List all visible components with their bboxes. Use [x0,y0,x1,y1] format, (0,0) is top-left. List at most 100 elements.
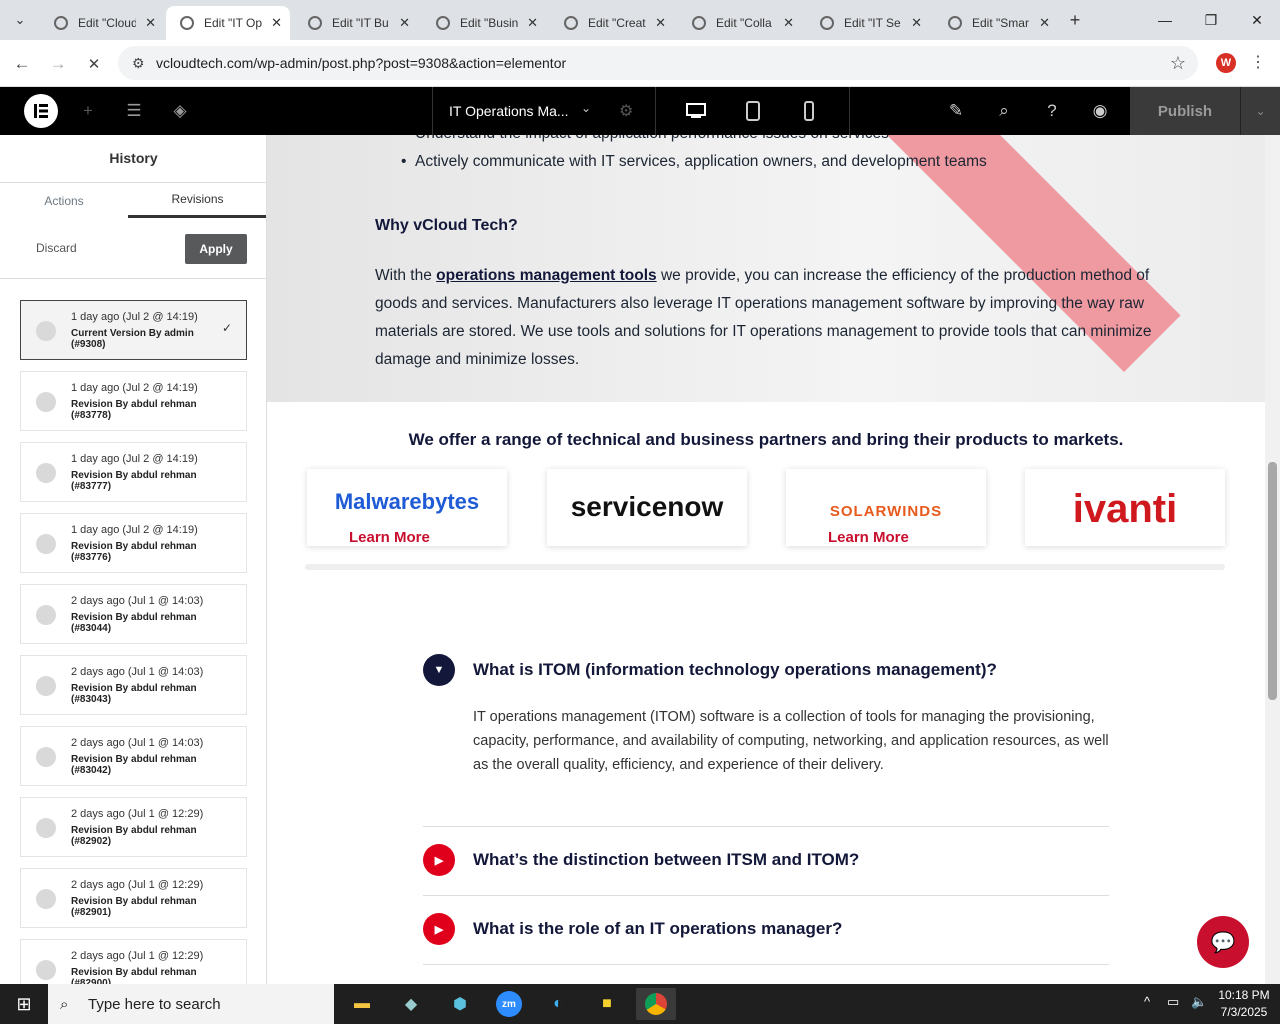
avatar [36,676,56,696]
browser-tab[interactable]: Edit "Smar ✕ [934,6,1058,40]
wordpress-icon [564,16,578,30]
browser-tab-active[interactable]: Edit "IT Op ✕ [166,6,290,40]
close-tab-icon[interactable]: ✕ [783,15,794,31]
browser-tab[interactable]: Edit "Creat ✕ [550,6,674,40]
url-bar[interactable]: ⚙ vcloudtech.com/wp-admin/post.php?post=… [118,46,1198,80]
close-tab-icon[interactable]: ✕ [399,15,410,31]
revision-item[interactable]: 2 days ago (Jul 1 @ 14:03) Revision By ab… [20,584,247,644]
page-settings-dropdown[interactable]: IT Operations Ma... ⌄ ⚙ [432,87,656,135]
tab-actions[interactable]: Actions [0,183,128,218]
avatar [36,605,56,625]
back-icon[interactable]: ← [8,50,36,78]
zoom-icon[interactable]: zm [489,988,529,1020]
edge-icon[interactable]: ◐ [538,988,578,1020]
clock[interactable]: 10:18 PM 7/3/2025 [1214,987,1274,1021]
close-tab-icon[interactable]: ✕ [271,15,282,31]
partner-card-servicenow[interactable]: servicenow [547,469,747,546]
restore-icon[interactable]: ❐ [1188,0,1234,40]
chrome-icon[interactable] [636,988,676,1020]
history-panel: History Actions Revisions Discard Apply … [0,135,267,984]
search-icon[interactable]: ⌕ [992,99,1016,123]
add-element-icon[interactable]: + [76,99,100,123]
revision-item[interactable]: 2 days ago (Jul 1 @ 14:03) Revision By ab… [20,726,247,786]
browser-menu-icon[interactable]: ⋮ [1250,52,1266,72]
browser-tab[interactable]: Edit "Cloud ✕ [40,6,164,40]
new-tab-icon[interactable]: + [1061,6,1089,34]
browser-tab-bar: ⌄ Edit "Cloud ✕ Edit "IT Op ✕ Edit "IT Bu ✕… [0,0,1280,40]
operations-management-link[interactable]: operations management tools [436,267,656,284]
browser-tab[interactable]: Edit "IT Bu ✕ [294,6,418,40]
windows-start-icon[interactable]: ⊞ [0,984,48,1024]
tray-chevron-icon[interactable]: ^ [1144,994,1150,1009]
page-settings-gear-icon[interactable]: ⚙ [619,101,633,121]
tab-search-icon[interactable]: ⌄ [6,6,34,34]
help-icon[interactable]: ? [1040,99,1064,123]
sticky-notes-icon[interactable]: ■ [587,988,627,1020]
revision-item-current[interactable]: 1 day ago (Jul 2 @ 14:19) Current Version… [20,300,247,360]
structure-layers-icon[interactable]: ◈ [168,99,192,123]
chat-widget-icon[interactable]: 💬 [1197,916,1249,968]
avatar [36,321,56,341]
file-explorer-icon[interactable]: ▬ [342,988,382,1020]
tab-revisions[interactable]: Revisions [128,183,266,218]
minimize-icon[interactable]: — [1142,0,1188,40]
preview-eye-icon[interactable]: ◉ [1088,99,1112,123]
notes-icon[interactable]: ✎ [944,99,968,123]
wordpress-icon [308,16,322,30]
partner-card-malwarebytes[interactable]: Malwarebytes Learn More [307,469,507,546]
partner-card-solarwinds[interactable]: SOLARWINDS Learn More [786,469,986,546]
publish-options-chevron-icon[interactable]: ⌄ [1240,87,1280,135]
mobile-icon[interactable] [797,99,821,123]
learn-more-link[interactable]: Learn More [828,529,909,546]
apply-button[interactable]: Apply [185,234,247,264]
network-icon[interactable]: ▭ [1167,994,1179,1010]
solarwinds-logo: SOLARWINDS [829,503,943,520]
app-icon[interactable]: ⬢ [440,988,480,1020]
learn-more-link[interactable]: Learn More [349,529,430,546]
carousel-scrollbar[interactable] [305,564,1225,570]
revision-item[interactable]: 1 day ago (Jul 2 @ 14:19) Revision By abd… [20,371,247,431]
avatar [36,463,56,483]
app-icon[interactable]: ◆ [391,988,431,1020]
revision-item[interactable]: 2 days ago (Jul 1 @ 12:29) Revision By ab… [20,939,247,984]
taskbar-search-input[interactable]: ⌕ Type here to search [48,984,334,1024]
faq-question[interactable]: ▶ What is the role of an IT operations ma… [423,913,842,945]
ivanti-logo: ivanti [1072,487,1178,531]
publish-button[interactable]: Publish [1130,87,1240,135]
faq-question[interactable]: ▶ What’s the distinction between ITSM and… [423,844,859,876]
stop-loading-icon[interactable]: ✕ [80,50,108,78]
desktop-icon[interactable] [684,99,708,123]
scrollbar-thumb[interactable] [1268,462,1277,700]
close-tab-icon[interactable]: ✕ [911,15,922,31]
responsive-mode-group [674,87,850,135]
close-tab-icon[interactable]: ✕ [655,15,666,31]
faq-question-open[interactable]: ▼ What is ITOM (information technology op… [423,654,997,686]
browser-tab[interactable]: Edit "Busin ✕ [422,6,546,40]
close-tab-icon[interactable]: ✕ [1039,15,1050,31]
bookmark-star-icon[interactable]: ☆ [1170,53,1186,74]
revision-item[interactable]: 2 days ago (Jul 1 @ 14:03) Revision By ab… [20,655,247,715]
elementor-logo-icon[interactable] [24,94,58,128]
volume-icon[interactable]: 🔈 [1191,994,1207,1010]
profile-avatar[interactable]: W [1216,53,1236,73]
revision-item[interactable]: 2 days ago (Jul 1 @ 12:29) Revision By ab… [20,797,247,857]
tablet-icon[interactable] [741,99,765,123]
close-tab-icon[interactable]: ✕ [527,15,538,31]
browser-tab[interactable]: Edit "IT Se ✕ [806,6,930,40]
revision-item[interactable]: 1 day ago (Jul 2 @ 14:19) Revision By abd… [20,513,247,573]
page-scrollbar[interactable] [1265,135,1280,984]
close-window-icon[interactable]: ✕ [1234,0,1280,40]
site-settings-icon[interactable]: ☰ [122,99,146,123]
site-info-icon[interactable]: ⚙ [132,55,145,72]
divider [423,826,1109,827]
browser-tab[interactable]: Edit "Colla ✕ [678,6,802,40]
revision-item[interactable]: 1 day ago (Jul 2 @ 14:19) Revision By abd… [20,442,247,502]
discard-button[interactable]: Discard [36,241,77,255]
partner-card-ivanti[interactable]: ivanti [1025,469,1225,546]
revision-item[interactable]: 2 days ago (Jul 1 @ 12:29) Revision By ab… [20,868,247,928]
avatar [36,960,56,980]
partners-heading: We offer a range of technical and busine… [408,430,1124,449]
url-text: vcloudtech.com/wp-admin/post.php?post=93… [156,55,567,71]
forward-icon[interactable]: → [44,50,72,78]
close-tab-icon[interactable]: ✕ [145,15,156,31]
